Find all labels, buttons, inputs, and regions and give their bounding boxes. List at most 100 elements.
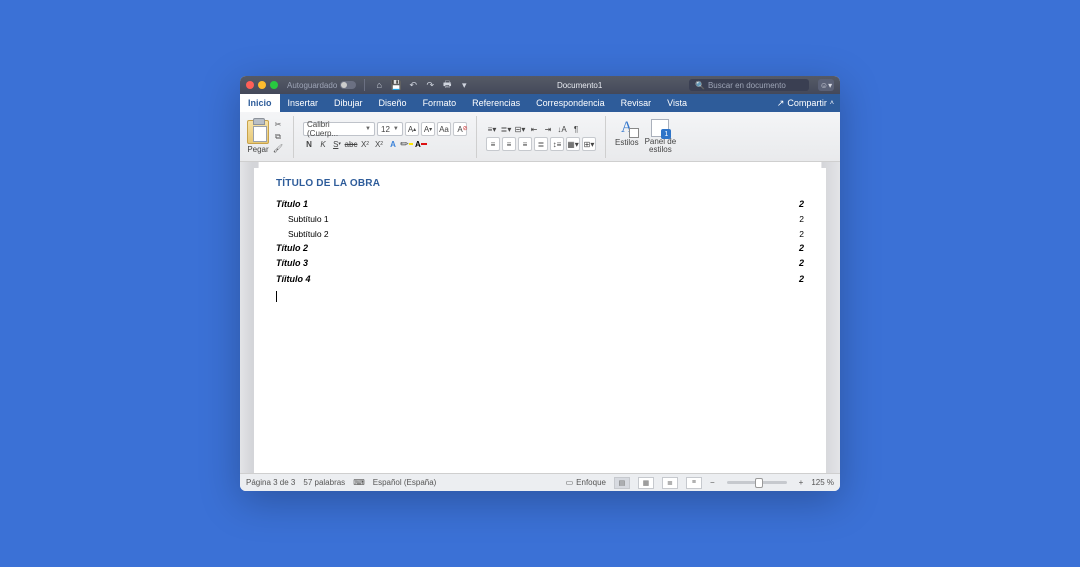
styles-label: Estilos	[615, 138, 639, 147]
font-name-dropdown[interactable]: Calibri (Cuerp...▼	[303, 122, 375, 136]
page-indicator[interactable]: Página 3 de 3	[246, 478, 295, 487]
shrink-font-button[interactable]: A▾	[421, 122, 435, 136]
zoom-slider[interactable]	[727, 481, 787, 484]
more-icon[interactable]: ▾	[458, 79, 470, 91]
cut-icon[interactable]: ✂	[272, 120, 284, 130]
toc-entry-page: 2	[799, 197, 804, 212]
align-right-button[interactable]: ≡	[518, 137, 532, 151]
toc-entry-text: Título 1	[276, 197, 308, 212]
save-icon[interactable]: 💾	[390, 79, 402, 91]
multilevel-button[interactable]: ⊟▾	[514, 122, 526, 136]
tab-vista[interactable]: Vista	[659, 94, 695, 112]
toc-entry-page: 2	[799, 272, 804, 287]
toc-entry[interactable]: Subtítulo 22	[276, 227, 804, 241]
toggle-switch-icon	[340, 81, 356, 89]
chevron-up-icon[interactable]: ˄	[830, 100, 834, 107]
home-icon[interactable]: ⌂	[373, 79, 385, 91]
text-effects-button[interactable]: A	[387, 137, 399, 151]
borders-button[interactable]: ⊞▾	[582, 137, 596, 151]
search-box[interactable]: 🔍 Buscar en documento	[689, 79, 809, 91]
separator	[605, 116, 606, 158]
page[interactable]: TÍTULO DE LA OBRA Título 12Subtítulo 12S…	[254, 168, 826, 473]
share-label: Compartir	[787, 98, 827, 108]
tab-correspondencia[interactable]: Correspondencia	[528, 94, 613, 112]
document-heading: TÍTULO DE LA OBRA	[276, 178, 804, 189]
redo-icon[interactable]: ↷	[424, 79, 436, 91]
font-color-button[interactable]: A	[415, 137, 427, 151]
styles-panel-label: Panel de estilos	[645, 138, 677, 154]
minimize-window-button[interactable]	[258, 81, 266, 89]
align-center-button[interactable]: ≡	[502, 137, 516, 151]
tab-dibujar[interactable]: Dibujar	[326, 94, 371, 112]
bold-button[interactable]: N	[303, 137, 315, 151]
focus-mode-button[interactable]: ▭Enfoque	[566, 478, 606, 487]
grow-font-button[interactable]: A▴	[405, 122, 419, 136]
subscript-button[interactable]: X2	[359, 137, 371, 151]
print-icon[interactable]: 🖶	[441, 79, 453, 91]
feedback-button[interactable]: ☺▾	[818, 79, 834, 91]
autosave-toggle[interactable]: Autoguardado	[287, 81, 356, 90]
web-layout-view-button[interactable]: ▦	[638, 477, 654, 489]
sort-button[interactable]: ↓A	[556, 122, 568, 136]
clear-formatting-button[interactable]: A⊘	[453, 122, 467, 136]
print-layout-view-button[interactable]: ▤	[614, 477, 630, 489]
tab-revisar[interactable]: Revisar	[613, 94, 660, 112]
line-spacing-button[interactable]: ↕≡	[550, 137, 564, 151]
styles-gallery-icon[interactable]: A	[621, 119, 633, 137]
search-icon: 🔍	[695, 81, 705, 90]
styles-pane-icon[interactable]	[651, 119, 669, 137]
clipboard-group: Pegar ✂ ⧉ 🖌	[244, 114, 287, 159]
spellcheck-icon[interactable]: ⌨	[353, 478, 365, 487]
tab-inicio[interactable]: Inicio	[240, 94, 280, 112]
shading-button[interactable]: ▦▾	[566, 137, 580, 151]
word-count[interactable]: 57 palabras	[303, 478, 345, 487]
tab-referencias[interactable]: Referencias	[464, 94, 528, 112]
align-left-button[interactable]: ≡	[486, 137, 500, 151]
toc-entry[interactable]: Título 32	[276, 256, 804, 271]
underline-button[interactable]: S▾	[331, 137, 343, 151]
zoom-level[interactable]: 125 %	[811, 478, 834, 487]
paste-icon[interactable]	[247, 120, 269, 144]
close-window-button[interactable]	[246, 81, 254, 89]
toc-entry[interactable]: Subtítulo 12	[276, 212, 804, 226]
window-controls	[246, 81, 278, 89]
italic-button[interactable]: K	[317, 137, 329, 151]
strikethrough-button[interactable]: abc	[345, 137, 357, 151]
show-marks-button[interactable]: ¶	[570, 122, 582, 136]
numbering-button[interactable]: ≣▾	[500, 122, 512, 136]
font-size-dropdown[interactable]: 12▼	[377, 122, 403, 136]
toc-entry-text: Tíitulo 4	[276, 272, 311, 287]
toc-entry[interactable]: Tíitulo 4 2	[276, 272, 804, 287]
document-canvas[interactable]: TÍTULO DE LA OBRA Título 12Subtítulo 12S…	[240, 162, 840, 473]
draft-view-button[interactable]: ≡	[686, 477, 702, 489]
maximize-window-button[interactable]	[270, 81, 278, 89]
highlight-button[interactable]: ✎	[401, 137, 413, 151]
tab-formato[interactable]: Formato	[415, 94, 465, 112]
toc-entry-text: Subtítulo 1	[288, 212, 329, 226]
bullets-button[interactable]: ≡▾	[486, 122, 498, 136]
separator	[364, 79, 365, 91]
document-title: Documento1	[557, 81, 602, 90]
toc-entry-page: 2	[799, 241, 804, 256]
increase-indent-button[interactable]: ⇥	[542, 122, 554, 136]
undo-icon[interactable]: ↶	[407, 79, 419, 91]
format-painter-icon[interactable]: 🖌	[272, 144, 284, 154]
copy-icon[interactable]: ⧉	[272, 132, 284, 142]
text-cursor	[276, 291, 277, 302]
share-button[interactable]: ↗ Compartir ˄	[771, 94, 840, 112]
autosave-label: Autoguardado	[287, 81, 337, 90]
zoom-in-button[interactable]: +	[799, 478, 804, 487]
change-case-button[interactable]: Aa	[437, 122, 451, 136]
language-indicator[interactable]: Español (España)	[373, 478, 437, 487]
toc-entry[interactable]: Título 1 2	[276, 197, 804, 212]
justify-button[interactable]: ≣	[534, 137, 548, 151]
superscript-button[interactable]: X2	[373, 137, 385, 151]
separator	[293, 116, 294, 158]
outline-view-button[interactable]: ≣	[662, 477, 678, 489]
toc-entry[interactable]: Título 22	[276, 241, 804, 256]
decrease-indent-button[interactable]: ⇤	[528, 122, 540, 136]
ribbon-toolbar: Pegar ✂ ⧉ 🖌 Calibri (Cuerp...▼ 12▼ A▴ A▾	[240, 112, 840, 162]
tab-diseño[interactable]: Diseño	[371, 94, 415, 112]
zoom-out-button[interactable]: −	[710, 478, 715, 487]
tab-insertar[interactable]: Insertar	[280, 94, 327, 112]
